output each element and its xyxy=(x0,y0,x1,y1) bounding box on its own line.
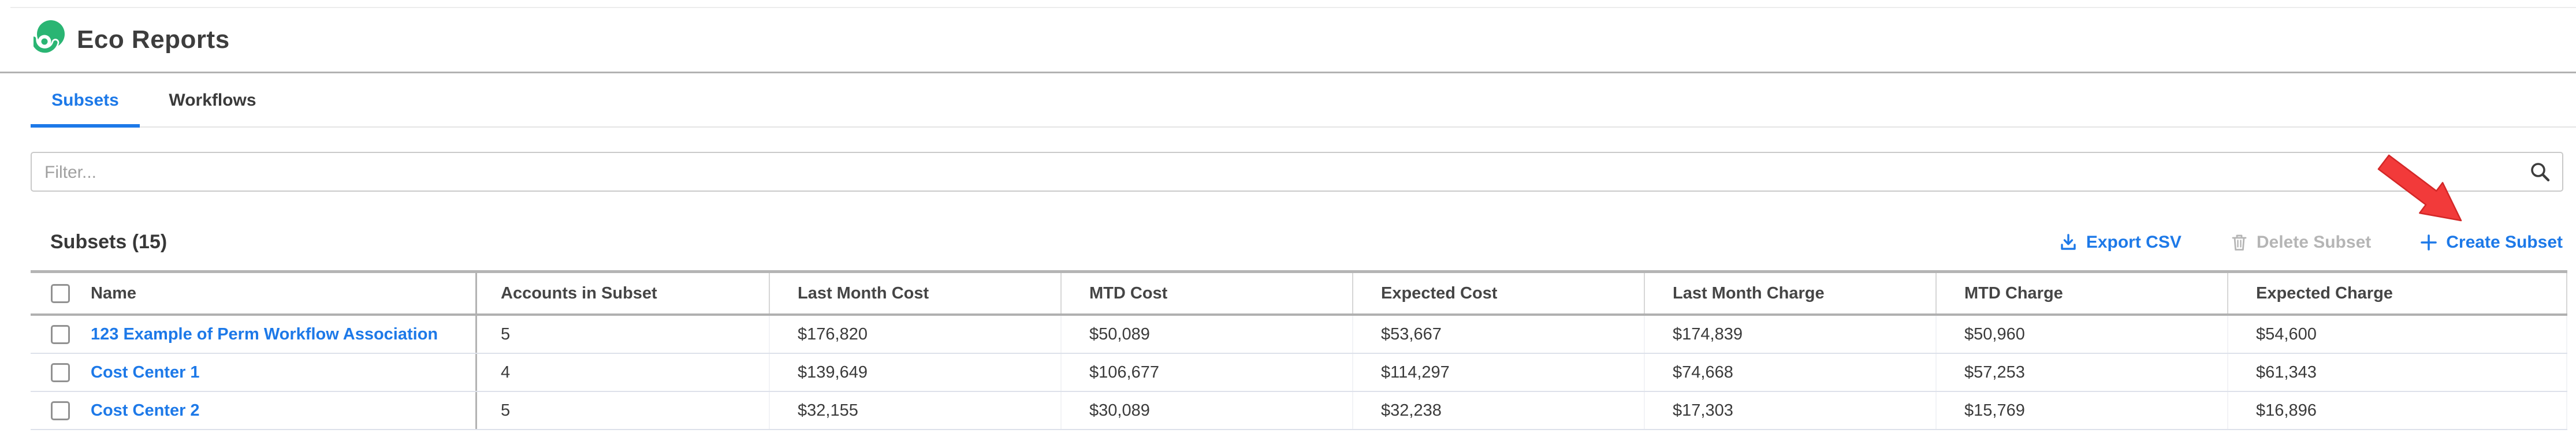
table-row: 123 Example of Perm Workflow Association… xyxy=(31,316,2567,354)
mtd-charge-value: $15,769 xyxy=(1937,392,2228,429)
expected-cost-value: $32,238 xyxy=(1353,392,1645,429)
column-header-name: Name xyxy=(91,284,136,303)
accounts-value: 5 xyxy=(477,392,770,429)
toolbar: Export CSV Delete Subset Create Subset xyxy=(2058,227,2563,257)
column-header-expected-charge: Expected Charge xyxy=(2228,273,2567,313)
last-month-charge-value: $17,303 xyxy=(1645,392,1937,429)
table-row: Cost Center 1 4 $139,649 $106,677 $114,2… xyxy=(31,354,2567,392)
export-csv-label: Export CSV xyxy=(2086,233,2182,252)
tab-subsets[interactable]: Subsets xyxy=(31,73,140,128)
last-month-charge-value: $74,668 xyxy=(1645,354,1937,391)
search-icon[interactable] xyxy=(2529,160,2552,184)
active-tab-indicator xyxy=(31,124,140,128)
column-header-accounts: Accounts in Subset xyxy=(477,273,770,313)
column-header-last-month-cost: Last Month Cost xyxy=(770,273,1062,313)
last-month-charge-value: $174,839 xyxy=(1645,316,1937,353)
tab-bar: Subsets Workflows xyxy=(0,73,2576,128)
column-header-last-month-charge: Last Month Charge xyxy=(1645,273,1937,313)
subsets-count-heading: Subsets (15) xyxy=(50,231,167,253)
create-subset-label: Create Subset xyxy=(2446,233,2563,252)
subsets-table: Name Accounts in Subset Last Month Cost … xyxy=(31,270,2567,430)
plus-icon xyxy=(2419,233,2438,252)
create-subset-button[interactable]: Create Subset xyxy=(2419,233,2563,252)
filter-input[interactable] xyxy=(43,153,2518,192)
column-header-mtd-cost: MTD Cost xyxy=(1062,273,1353,313)
filter-bar xyxy=(31,152,2563,192)
subset-name-link[interactable]: 123 Example of Perm Workflow Association xyxy=(91,325,438,344)
mtd-charge-value: $50,960 xyxy=(1937,316,2228,353)
subset-name-link[interactable]: Cost Center 1 xyxy=(91,363,200,382)
delete-subset-button[interactable]: Delete Subset xyxy=(2230,233,2371,252)
download-icon xyxy=(2058,233,2078,252)
delete-subset-label: Delete Subset xyxy=(2257,233,2371,252)
column-header-expected-cost: Expected Cost xyxy=(1353,273,1645,313)
trash-icon xyxy=(2230,233,2249,252)
select-all-checkbox[interactable] xyxy=(51,284,70,303)
app-header: Eco Reports xyxy=(0,8,2576,73)
row-checkbox[interactable] xyxy=(51,401,70,420)
expected-cost-value: $53,667 xyxy=(1353,316,1645,353)
row-checkbox[interactable] xyxy=(51,325,70,344)
accounts-value: 4 xyxy=(477,354,770,391)
mtd-cost-value: $106,677 xyxy=(1062,354,1353,391)
last-month-cost-value: $139,649 xyxy=(770,354,1062,391)
table-header-row: Name Accounts in Subset Last Month Cost … xyxy=(31,270,2567,316)
eco-logo-icon xyxy=(33,19,66,55)
expected-charge-value: $61,343 xyxy=(2228,354,2567,391)
tab-bar-divider xyxy=(31,126,2576,128)
mtd-cost-value: $50,089 xyxy=(1062,316,1353,353)
row-checkbox[interactable] xyxy=(51,363,70,382)
last-month-cost-value: $176,820 xyxy=(770,316,1062,353)
expected-charge-value: $54,600 xyxy=(2228,316,2567,353)
page-title: Eco Reports xyxy=(77,8,230,72)
last-month-cost-value: $32,155 xyxy=(770,392,1062,429)
mtd-cost-value: $30,089 xyxy=(1062,392,1353,429)
table-row: Cost Center 2 5 $32,155 $30,089 $32,238 … xyxy=(31,392,2567,430)
subset-name-link[interactable]: Cost Center 2 xyxy=(91,401,200,420)
column-header-mtd-charge: MTD Charge xyxy=(1937,273,2228,313)
expected-charge-value: $16,896 xyxy=(2228,392,2567,429)
expected-cost-value: $114,297 xyxy=(1353,354,1645,391)
accounts-value: 5 xyxy=(477,316,770,353)
export-csv-button[interactable]: Export CSV xyxy=(2058,233,2182,252)
tab-workflows[interactable]: Workflows xyxy=(140,73,285,128)
mtd-charge-value: $57,253 xyxy=(1937,354,2228,391)
